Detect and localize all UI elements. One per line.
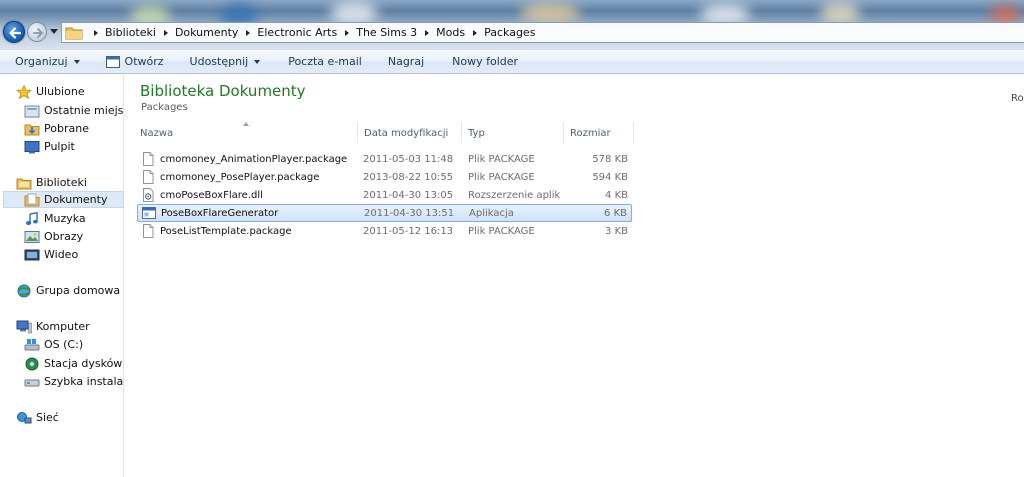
breadcrumb-item[interactable]: Electronic Arts [238,26,337,39]
email-button[interactable]: Poczta e-mail [268,50,370,74]
computer-icon [16,320,32,333]
file-row-selected[interactable]: PoseBoxFlareGenerator 2011-04-30 13:51 A… [137,204,632,222]
folder-icon [65,27,83,39]
chevron-right-icon [425,29,430,36]
organize-button[interactable]: Organizuj [0,50,88,74]
window-icon [105,55,120,68]
chevron-down-icon [254,59,261,64]
nav-documents[interactable]: Dokumenty [3,191,124,208]
document-icon [143,170,154,184]
desktop-icon [24,140,40,153]
share-button[interactable]: Udostępnij [172,50,269,74]
chevron-right-icon [94,29,98,36]
command-bar: Organizuj Otwórz Udostępnij Poczta e-mai… [0,50,1024,74]
library-title: Biblioteka Dokumenty [140,82,306,100]
navigation-pane: Ulubione Ostatnie miejsca Pobrane Pulpit… [0,75,124,477]
chevron-right-icon [345,29,350,36]
nav-video[interactable]: Wideo [24,246,78,263]
nav-network[interactable]: Sieć [16,409,59,426]
file-row[interactable]: PoseListTemplate.package 2011-05-12 16:1… [137,222,632,240]
breadcrumb[interactable]: Biblioteki Dokumenty Electronic Arts The… [61,22,1024,43]
arrow-right-icon [33,28,43,38]
new-folder-button[interactable]: Nowy folder [432,50,526,74]
application-icon [142,207,156,219]
chevron-down-icon [73,59,80,64]
network-icon [17,411,32,423]
chevron-right-icon [473,29,478,36]
downloads-icon [24,124,40,135]
library-subtitle: Packages [141,102,188,113]
nav-music[interactable]: Muzyka [24,210,86,227]
video-icon [24,249,40,260]
document-icon [143,224,154,238]
music-note-icon [26,211,38,225]
nav-quick-install[interactable]: Szybka instalacja [24,373,124,390]
nav-recent-places[interactable]: Ostatnie miejsca [24,102,124,119]
pictures-icon [24,230,40,243]
breadcrumb-item[interactable]: Dokumenty [156,26,238,39]
libraries-icon [16,178,32,189]
back-button[interactable] [3,21,25,43]
hard-drive-icon [24,338,40,350]
column-header-date[interactable]: Data modyfikacji [360,122,462,144]
nav-pictures[interactable]: Obrazy [24,228,83,245]
chevron-right-icon [246,29,251,36]
nav-favorites[interactable]: Ulubione [16,83,85,100]
chevron-right-icon [163,29,168,36]
column-header-size[interactable]: Rozmiar [566,122,634,144]
document-icon [143,152,154,166]
homegroup-icon [17,284,31,297]
nav-libraries[interactable]: Biblioteki [16,174,87,191]
removable-drive-icon [24,379,40,386]
burn-button[interactable]: Nagraj [370,50,432,74]
nav-dvd-drive[interactable]: Stacja dysków DV [24,355,124,372]
nav-homegroup[interactable]: Grupa domowa [16,282,120,299]
forward-button[interactable] [27,22,47,42]
dll-icon [143,188,154,202]
breadcrumb-item[interactable]: Mods [417,26,465,39]
breadcrumb-item[interactable]: Packages [465,26,535,39]
dvd-drive-icon [25,357,39,370]
nav-downloads[interactable]: Pobrane [24,120,89,137]
recent-pages-dropdown[interactable] [50,29,58,35]
column-header-name[interactable]: Nazwa [136,122,358,144]
arrow-left-icon [9,27,22,39]
address-bar: Biblioteki Dokumenty Electronic Arts The… [0,0,1024,50]
file-row[interactable]: cmomoney_AnimationPlayer.package 2011-05… [137,150,632,168]
recent-places-icon [24,105,40,117]
column-header-type[interactable]: Typ [464,122,564,144]
breadcrumb-item[interactable]: The Sims 3 [337,26,417,39]
file-row[interactable]: cmoPoseBoxFlare.dll 2011-04-30 13:05 Roz… [137,186,632,204]
nav-computer[interactable]: Komputer [16,318,90,335]
documents-icon [24,193,40,206]
file-row[interactable]: cmomoney_PosePlayer.package 2013-08-22 1… [137,168,632,186]
nav-drive-c[interactable]: OS (C:) [24,336,83,353]
nav-desktop[interactable]: Pulpit [24,138,75,155]
breadcrumb-item[interactable]: Biblioteki [86,26,156,39]
star-icon [16,84,32,99]
open-button[interactable]: Otwórz [88,50,172,74]
arrange-by-label[interactable]: Ro [1011,93,1024,104]
